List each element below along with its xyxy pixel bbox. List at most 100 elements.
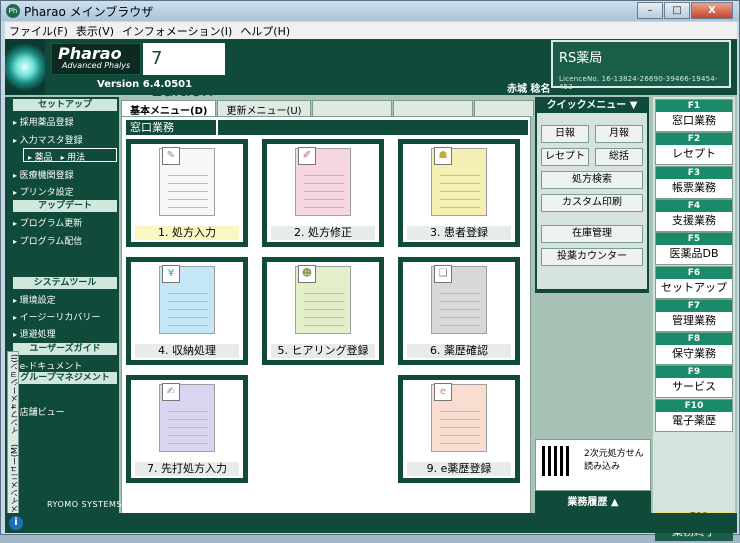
minimize-button[interactable]: – [637,2,663,19]
book-icon: ❏ [434,265,452,283]
info-icon[interactable]: i [9,516,23,530]
fkey-receipt-button[interactable]: F2 レセプト [655,132,733,166]
vtab-main-menu[interactable]: メインメニュー(M) [9,444,20,513]
fkey-support-button[interactable]: F4 支援業務 [655,198,733,232]
quick-prescription-search-button[interactable]: 処方検索 [541,171,643,189]
pen-tablet-icon: ✍ [162,383,180,401]
sidebar-item-drug-registration[interactable]: 採用薬品登録 [13,115,74,128]
task-card-6[interactable]: ❏ 6. 薬歴確認 [398,257,520,365]
sidebar-item-environment[interactable]: 環境設定 [13,293,56,306]
fkey-label: レセプト [672,147,716,161]
qr-label-line1: 2次元処方せん [584,449,644,459]
main-panel: 窓口業務 ✎ 1. 処方入力 ✐ 2. 処方修正 ☗ 3. 患者登録 ¥4. 収納処理 ☻ 5.… [121,116,531,521]
maximize-button[interactable]: □ [664,2,690,19]
fkey-number: F3 [656,166,732,179]
sidebar-item-e-document[interactable]: e-ドキュメント [13,359,83,372]
fkey-number: F4 [656,199,732,212]
sidebar-item-medical-institution[interactable]: 医療機関登録 [13,168,74,181]
fkey-label: 窓口業務 [672,114,716,127]
fkey-management-button[interactable]: F7 管理業務 [655,298,733,332]
quick-custom-print-button[interactable]: カスタム印刷 [541,194,643,212]
close-button[interactable]: X [691,2,733,19]
fkey-label: サービス [672,380,716,394]
fkey-drug-db-button[interactable]: F5 医薬品DB [655,232,733,266]
fkey-label: 電子薬歴 [672,413,716,427]
task-card-label: 4. 収納処理 [135,344,239,358]
vtab-information[interactable]: インフォメーション(I) [9,354,20,435]
status-bar: i [5,513,737,533]
fkey-service-button[interactable]: F9 サービス [655,365,733,399]
task-card-4[interactable]: ¥4. 収納処理 [126,257,248,365]
quick-receipt-button[interactable]: レセプト [541,148,589,166]
panel-title: 窓口業務 [126,120,216,135]
task-card-2[interactable]: ✐ 2. 処方修正 [262,139,384,247]
task-card-3[interactable]: ☗ 3. 患者登録 [398,139,520,247]
quick-monthly-report-button[interactable]: 月報 [595,125,643,143]
sidebar-section-users-guide: ユーザーズガイド [13,343,117,355]
task-card-label: 6. 薬歴確認 [407,344,511,358]
fkey-number: F10 [656,399,732,412]
fkey-window-service-button[interactable]: F1 窓口業務 [655,99,733,132]
fkey-label: 保守業務 [672,347,716,361]
fkey-report-button[interactable]: F3 帳票業務 [655,165,733,199]
tab-empty-1 [311,100,392,116]
menu-tabs: 基本メニュー(D) 更新メニュー(U) [121,100,535,117]
task-card-7[interactable]: ✍ 7. 先打処方入力 [126,375,248,483]
quick-menu: クイックメニュー ▼ 日報 月報 レセプト 総括 処方検索 カスタム印刷 在庫管… [535,97,649,293]
sidebar-sub-drug[interactable]: 薬品 [24,149,57,163]
sidebar-item-program-distribution[interactable]: プログラム配信 [13,234,83,247]
fkey-number: F5 [656,233,732,246]
sidebar-item-input-master[interactable]: 入力マスタ登録 [13,133,83,146]
quick-summary-button[interactable]: 総括 [595,148,643,166]
tab-update-menu[interactable]: 更新メニュー(U) [217,100,311,117]
fkey-number: F8 [656,333,732,346]
fkey-e-history-button[interactable]: F10 電子薬歴 [655,398,733,432]
sidebar-sub-usage[interactable]: 用法 [57,149,90,163]
work-history-button[interactable]: 業務履歴 ▲ [535,491,651,515]
sidebar-item-program-update[interactable]: プログラム更新 [13,216,83,229]
qr-reader-button[interactable]: 2次元処方せん 読み込み [535,439,651,491]
menu-information[interactable]: インフォメーション(I) [122,23,232,39]
fkey-label: セットアップ [661,280,727,294]
quick-dosing-counter-button[interactable]: 投薬カウンター [541,248,643,266]
fkey-number: F6 [656,266,732,279]
function-keys: F1 窓口業務 F2 レセプト F3 帳票業務 F4 支援業務 F5 医薬品DB F6 セットアップ F… [653,97,735,521]
user-name: 赤城 稔名 [507,84,551,95]
app-window: Ph Pharao メインブラウザ – □ X ファイル(F) 表示(V) イン… [0,0,740,541]
store-name: RS薬局 [559,51,603,66]
app-icon: Ph [6,4,20,18]
sidebar-item-backup[interactable]: 退避処理 [13,327,56,340]
fkey-label: 医薬品DB [669,247,719,261]
task-card-label: 5. ヒアリング登録 [271,344,375,358]
tab-empty-3 [473,100,534,116]
fkey-maintenance-button[interactable]: F8 保守業務 [655,332,733,366]
quick-menu-title[interactable]: クイックメニュー ▼ [537,99,647,113]
title-bar[interactable]: Ph Pharao メインブラウザ – □ X [1,1,739,21]
menu-help[interactable]: ヘルプ(H) [240,23,290,39]
e-history-icon: e [434,383,452,401]
client-area: Pharao Advanced Phalys 7 Edition Version… [5,39,737,541]
task-card-8[interactable]: e 9. e薬歴登録 [398,375,520,483]
tab-empty-2 [392,100,473,116]
licence-number: LicenceNo. 16-13824-26690-39466-19454-45… [559,75,718,91]
sidebar-item-easy-recovery[interactable]: イージーリカバリー [13,310,101,323]
quick-daily-report-button[interactable]: 日報 [541,125,589,143]
edition-label: 7 Edition [143,43,225,101]
edit-paper-icon: ✐ [298,147,316,165]
sidebar-item-store-view[interactable]: 店舗ビュー [13,405,65,418]
task-card-5[interactable]: ☻ 5. ヒアリング登録 [262,257,384,365]
menu-file[interactable]: ファイル(F) [9,23,68,39]
pen-paper-icon: ✎ [162,147,180,165]
menu-bar: ファイル(F) 表示(V) インフォメーション(I) ヘルプ(H) [5,22,737,39]
task-card-1[interactable]: ✎ 1. 処方入力 [126,139,248,247]
menu-view[interactable]: 表示(V) [76,23,114,39]
header: Pharao Advanced Phalys 7 Edition Version… [5,39,737,101]
fkey-label: 帳票業務 [672,180,716,194]
sidebar-item-printer[interactable]: プリンタ設定 [13,185,74,198]
document-icon: ¥ [159,265,215,334]
tab-basic-menu[interactable]: 基本メニュー(D) [121,100,217,117]
fkey-number: F9 [656,366,732,379]
quick-inventory-button[interactable]: 在庫管理 [541,225,643,243]
fkey-setup-button[interactable]: F6 セットアップ [655,265,733,299]
store-info: RS薬局 LicenceNo. 16-13824-26690-39466-194… [551,40,731,91]
